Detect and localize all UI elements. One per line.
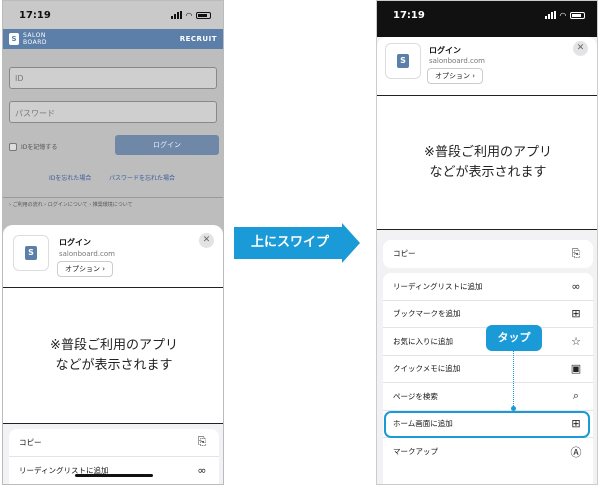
forgot-id-link[interactable]: IDを忘れた場合 <box>49 173 91 182</box>
action-markup[interactable]: マークアップ Ⓐ <box>383 438 593 466</box>
options-button[interactable]: オプション › <box>57 261 114 277</box>
action-quick-note[interactable]: クイックメモに追加 ▣ <box>383 356 593 383</box>
status-time: 17:19 <box>393 9 425 21</box>
action-label: コピー <box>393 249 416 259</box>
signal-icon <box>170 11 182 19</box>
action-label: ブックマークを追加 <box>393 309 461 319</box>
tap-callout: タップ <box>486 325 542 351</box>
share-url: salonboard.com <box>429 57 485 65</box>
close-icon[interactable]: ✕ <box>573 41 588 56</box>
action-label: コピー <box>19 437 42 447</box>
share-title: ログイン <box>429 46 461 55</box>
battery-icon <box>196 11 211 19</box>
share-title: ログイン <box>59 238 91 247</box>
share-url: salonboard.com <box>59 250 115 258</box>
action-label: リーディングリストに追加 <box>393 281 483 291</box>
book-icon: ⊞ <box>571 307 581 321</box>
memo-icon: ▣ <box>570 362 582 376</box>
action-reading-list[interactable]: リーディングリストに追加 ∞ <box>383 273 593 301</box>
divider <box>3 197 223 198</box>
options-button[interactable]: オプション › <box>427 68 484 84</box>
recruit-logo: RECRUIT <box>179 35 217 43</box>
copy-group: コピー ⎘ <box>383 240 593 268</box>
password-input[interactable]: パスワード <box>9 101 217 123</box>
search-page-icon: ⌕ <box>572 389 580 403</box>
status-backdrop <box>377 29 597 37</box>
share-sheet: S ログイン salonboard.com オプション › ✕ ※普段ご利用のア… <box>3 225 223 485</box>
action-label: お気に入りに追加 <box>393 336 453 346</box>
login-page: ID パスワード IDを記憶する ログイン IDを忘れた場合 パスワードを忘れた… <box>3 49 223 229</box>
copy-icon: ⎘ <box>571 246 581 260</box>
home-indicator <box>75 474 153 477</box>
placeholder-line-1: ※普段ご利用のアプリ <box>50 337 178 353</box>
swipe-up-label: 上にスワイプ <box>250 235 329 250</box>
glasses-icon: ∞ <box>571 279 581 293</box>
add-to-home-highlight <box>384 411 590 438</box>
wifi-icon: ◠ <box>185 10 192 20</box>
status-time: 17:19 <box>19 9 51 21</box>
share-sheet-header: S ログイン salonboard.com オプション › ✕ <box>377 37 597 95</box>
logo-line-1: SALON <box>23 32 46 39</box>
action-label: ページを検索 <box>393 391 438 401</box>
callout-line <box>513 351 514 408</box>
star-icon: ☆ <box>571 334 581 348</box>
remember-id-checkbox[interactable]: IDを記憶する <box>9 142 57 151</box>
status-bar: 17:19 ◠ <box>377 1 597 29</box>
forgot-password-link[interactable]: パスワードを忘れた場合 <box>109 173 175 182</box>
login-button[interactable]: ログイン <box>115 135 219 155</box>
signal-icon <box>544 11 556 19</box>
action-label: マークアップ <box>393 447 438 457</box>
callout-dot <box>510 406 516 411</box>
placeholder-line-1: ※普段ご利用のアプリ <box>424 144 552 160</box>
site-favicon: S <box>13 235 49 271</box>
checkbox-icon <box>9 142 17 151</box>
left-phone-screen: 17:19 ◠ S SALON BOARD RECRUIT ID パスワード ID… <box>2 0 224 485</box>
id-input[interactable]: ID <box>9 67 217 89</box>
salonboard-logo: S SALON BOARD <box>9 32 47 46</box>
status-bar: 17:19 ◠ <box>3 1 223 29</box>
placeholder-line-2: などが表示されます <box>55 357 173 373</box>
site-favicon: S <box>385 43 421 79</box>
app-suggestions-placeholder: ※普段ご利用のアプリ などが表示されます <box>377 95 597 230</box>
close-icon[interactable]: ✕ <box>199 233 214 248</box>
share-sheet-header: S ログイン salonboard.com オプション › ✕ <box>3 225 223 287</box>
logo-line-2: BOARD <box>23 39 48 46</box>
action-list: リーディングリストに追加 ∞ ブックマークを追加 ⊞ お気に入りに追加 ☆ クイックメ… <box>383 273 593 484</box>
action-copy[interactable]: コピー ⎘ <box>9 429 219 457</box>
glasses-icon: ∞ <box>197 463 207 477</box>
action-add-bookmark[interactable]: ブックマークを追加 ⊞ <box>383 301 593 328</box>
action-find-on-page[interactable]: ページを検索 ⌕ <box>383 383 593 411</box>
remember-id-label: IDを記憶する <box>21 144 58 151</box>
battery-icon <box>570 11 585 19</box>
placeholder-line-2: などが表示されます <box>429 164 547 180</box>
site-header: S SALON BOARD RECRUIT <box>3 29 223 49</box>
footer-links[interactable]: › ご利用の流れ › ログインについて › 推奨環境について <box>9 201 133 208</box>
app-suggestions-placeholder: ※普段ご利用のアプリ などが表示されます <box>3 287 223 424</box>
wifi-icon: ◠ <box>559 10 566 20</box>
copy-icon: ⎘ <box>197 435 207 449</box>
action-label: クイックメモに追加 <box>393 364 461 374</box>
markup-icon: Ⓐ <box>570 445 582 459</box>
action-copy[interactable]: コピー ⎘ <box>383 240 593 268</box>
action-reading-list[interactable]: リーディングリストに追加 ∞ <box>9 457 219 485</box>
